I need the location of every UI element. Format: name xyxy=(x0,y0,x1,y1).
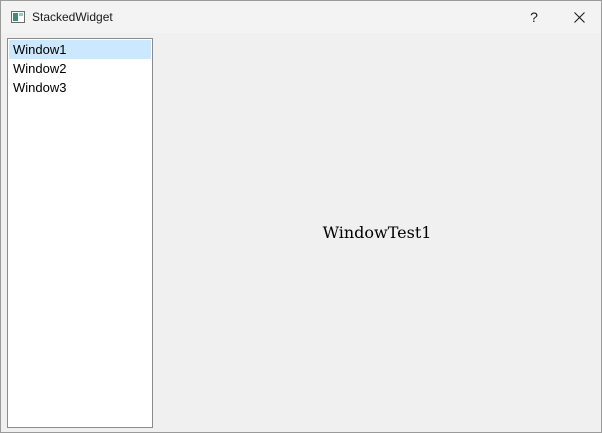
list-item-label: Window2 xyxy=(13,61,67,76)
list-item-window1[interactable]: Window1 xyxy=(9,40,151,59)
help-icon: ? xyxy=(530,9,538,25)
list-item-label: Window3 xyxy=(13,80,67,95)
close-icon xyxy=(573,11,585,23)
stacked-widget-window: StackedWidget ? Window1 Window2 Window3 … xyxy=(0,0,602,433)
help-button[interactable]: ? xyxy=(511,1,557,33)
window-list[interactable]: Window1 Window2 Window3 xyxy=(7,38,153,428)
list-item-label: Window1 xyxy=(13,42,67,57)
page-label: WindowTest1 xyxy=(322,223,432,242)
app-icon-pane-right xyxy=(19,13,23,16)
list-item-window2[interactable]: Window2 xyxy=(9,59,151,78)
title-bar[interactable]: StackedWidget ? xyxy=(1,1,601,33)
stacked-page: WindowTest1 xyxy=(157,38,597,428)
list-item-window3[interactable]: Window3 xyxy=(9,78,151,97)
app-window-icon xyxy=(11,11,25,23)
app-icon-pane-left xyxy=(13,13,18,21)
close-button[interactable] xyxy=(556,1,602,33)
window-title: StackedWidget xyxy=(32,10,113,24)
